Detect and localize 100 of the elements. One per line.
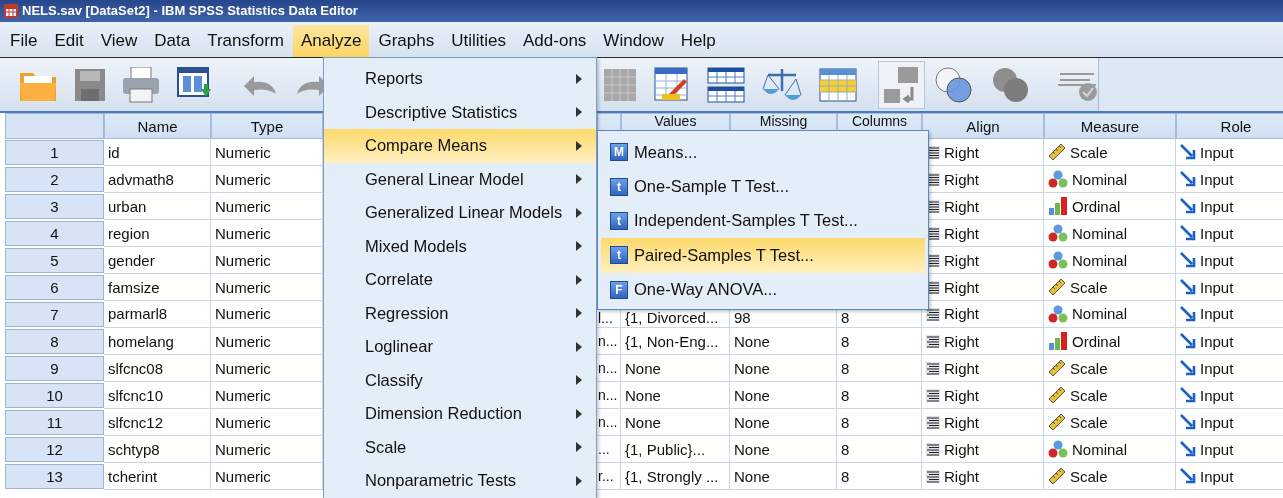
submenu-arrow-icon bbox=[576, 73, 582, 84]
circles-icon[interactable] bbox=[934, 65, 974, 104]
submenu-arrow-icon bbox=[576, 442, 582, 453]
row-header[interactable]: 5 bbox=[5, 248, 104, 273]
split-table-icon[interactable] bbox=[707, 66, 745, 103]
table-cell: ... bbox=[598, 441, 610, 457]
menu-item[interactable]: Regression bbox=[324, 296, 596, 330]
table-cell: Nominal bbox=[1072, 440, 1128, 458]
menu-item[interactable]: File bbox=[2, 25, 46, 57]
row-header[interactable]: 1 bbox=[5, 140, 104, 165]
column-header[interactable]: Name bbox=[104, 113, 211, 139]
align-right-icon bbox=[926, 469, 940, 483]
menu-item[interactable]: Compare Means bbox=[324, 129, 596, 163]
column-header[interactable]: Role bbox=[1176, 113, 1283, 139]
column-header[interactable]: Type bbox=[211, 113, 323, 139]
table-cell: region bbox=[104, 220, 211, 247]
menu-item[interactable]: Dimension Reduction bbox=[324, 397, 596, 431]
save-icon[interactable] bbox=[75, 68, 105, 101]
row-header[interactable]: 3 bbox=[5, 194, 104, 219]
menu-item[interactable]: F One-Way ANOVA... bbox=[601, 272, 925, 307]
row-header[interactable]: 12 bbox=[5, 437, 104, 462]
table-cell: Input bbox=[1200, 143, 1234, 161]
table-cell: 8 bbox=[841, 310, 850, 326]
table-cell: l... bbox=[598, 310, 613, 326]
row-header[interactable]: 7 bbox=[5, 302, 104, 327]
menu-item[interactable]: Loglinear bbox=[324, 330, 596, 364]
table-cell: Right bbox=[944, 386, 980, 404]
menu-item[interactable]: Window bbox=[595, 25, 672, 57]
menu-item[interactable]: Utilities bbox=[443, 25, 515, 57]
input-arrow-icon bbox=[1180, 252, 1196, 268]
print-icon[interactable] bbox=[122, 66, 160, 103]
row-header[interactable]: 13 bbox=[5, 464, 104, 489]
input-arrow-icon bbox=[1180, 441, 1196, 457]
value-labels-button[interactable] bbox=[878, 60, 925, 109]
procedure-icon: M bbox=[610, 143, 628, 162]
menu-item[interactable]: Scale bbox=[324, 430, 596, 464]
menu-item[interactable]: Data bbox=[146, 25, 199, 57]
column-header[interactable]: Align bbox=[922, 113, 1044, 139]
table-cell: Right bbox=[944, 224, 980, 242]
table-cell: n... bbox=[598, 414, 618, 430]
grid-icon[interactable] bbox=[603, 67, 637, 102]
table-cell: Nominal bbox=[1072, 251, 1128, 269]
row-header[interactable]: 10 bbox=[5, 383, 104, 408]
menu-item[interactable]: Transform bbox=[199, 25, 292, 57]
table-cell: 8 bbox=[841, 467, 850, 485]
menu-item[interactable]: Reports bbox=[324, 62, 596, 96]
table-cell: gender bbox=[104, 247, 211, 274]
menu-item[interactable]: Analyze bbox=[293, 25, 370, 57]
input-arrow-icon bbox=[1180, 387, 1196, 403]
menu-item[interactable]: Nonparametric Tests bbox=[324, 464, 596, 498]
table-cell: Input bbox=[1200, 413, 1234, 431]
table-cell: None bbox=[734, 440, 770, 458]
menu-item[interactable]: Edit bbox=[46, 25, 92, 57]
table-cell: homelang bbox=[104, 328, 211, 355]
menu-item[interactable]: Add-ons bbox=[515, 25, 595, 57]
input-arrow-icon bbox=[1180, 468, 1196, 484]
data-edit-icon[interactable] bbox=[654, 66, 690, 103]
menu-item[interactable]: t One-Sample T Test... bbox=[601, 169, 925, 204]
input-arrow-icon bbox=[1180, 333, 1196, 349]
table-cell: Right bbox=[944, 332, 980, 350]
input-arrow-icon bbox=[1180, 279, 1196, 295]
table-cell: n... bbox=[598, 333, 618, 349]
table-cell: 98 bbox=[734, 310, 751, 326]
table-cell: Input bbox=[1200, 386, 1234, 404]
scales-icon[interactable] bbox=[762, 66, 802, 103]
table-icon[interactable] bbox=[819, 67, 857, 102]
row-header[interactable]: 2 bbox=[5, 167, 104, 192]
row-header[interactable]: 9 bbox=[5, 356, 104, 381]
row-header[interactable]: 11 bbox=[5, 410, 104, 435]
row-header[interactable]: 8 bbox=[5, 329, 104, 354]
table-cell: None bbox=[734, 359, 770, 377]
table-cell: Input bbox=[1200, 170, 1234, 188]
overlapping-circles-icon[interactable] bbox=[991, 65, 1031, 104]
menu-item[interactable]: t Paired-Samples T Test... bbox=[601, 238, 925, 273]
menu-item[interactable]: View bbox=[92, 25, 146, 57]
input-arrow-icon bbox=[1180, 225, 1196, 241]
row-header[interactable]: 4 bbox=[5, 221, 104, 246]
table-cell: None bbox=[734, 467, 770, 485]
menu-item[interactable]: General Linear Model bbox=[324, 162, 596, 196]
row-header[interactable]: 6 bbox=[5, 275, 104, 300]
submenu-arrow-icon bbox=[576, 274, 582, 285]
table-cell: Right bbox=[944, 306, 980, 322]
table-cell: Ordinal bbox=[1072, 332, 1121, 350]
table-cell: Scale bbox=[1070, 413, 1108, 431]
menu-item[interactable]: Classify bbox=[324, 363, 596, 397]
table-cell: slfcnc08 bbox=[104, 355, 211, 382]
table-cell: Input bbox=[1200, 332, 1234, 350]
table-cell: {1, Strongly ... bbox=[625, 467, 719, 485]
submenu-arrow-icon bbox=[576, 241, 582, 252]
menu-item[interactable]: Descriptive Statistics bbox=[324, 95, 596, 129]
table-cell: None bbox=[625, 413, 661, 431]
menu-item[interactable]: Correlate bbox=[324, 263, 596, 297]
menu-item[interactable]: Generalized Linear Models bbox=[324, 196, 596, 230]
menu-item[interactable]: Mixed Models bbox=[324, 229, 596, 263]
menu-item[interactable]: Help bbox=[672, 25, 724, 57]
table-cell: None bbox=[625, 359, 661, 377]
column-header[interactable]: Measure bbox=[1044, 113, 1176, 139]
menu-item[interactable]: t Independent-Samples T Test... bbox=[601, 203, 925, 239]
table-cell: Scale bbox=[1070, 359, 1108, 377]
menu-item[interactable]: Graphs bbox=[370, 25, 443, 57]
